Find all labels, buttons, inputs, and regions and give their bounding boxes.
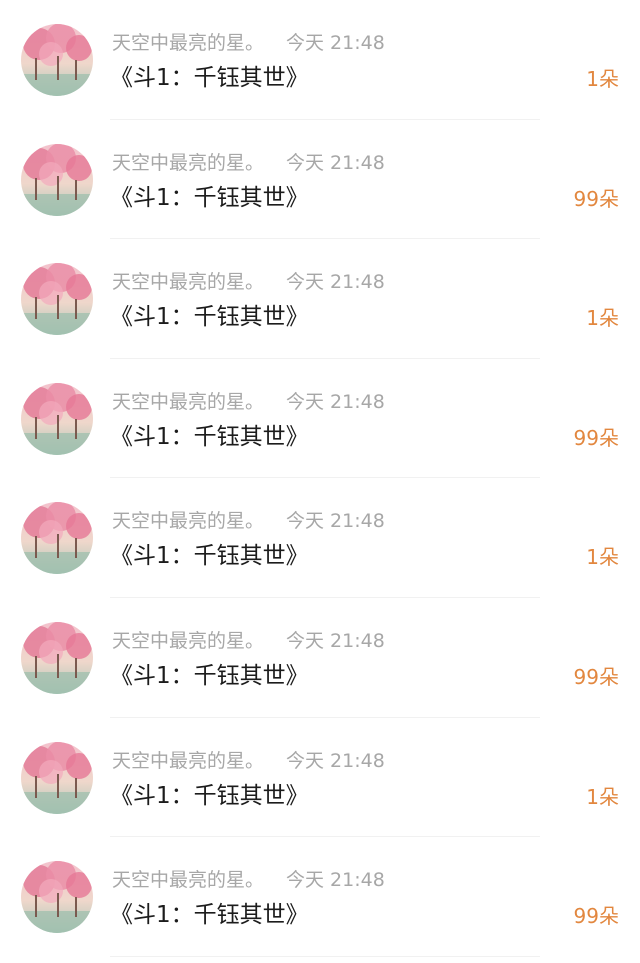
gift-count: 1朵 [586, 784, 619, 809]
book-title[interactable]: 《斗1：千钰其世》 [110, 421, 309, 453]
message-meta: 天空中最亮的星。 今天 21:48 [112, 30, 385, 56]
gift-count: 99朵 [573, 664, 619, 689]
list-item[interactable]: 天空中最亮的星。 今天 21:48 《斗1：千钰其世》 99朵 [0, 598, 640, 718]
list-item[interactable]: 天空中最亮的星。 今天 21:48 《斗1：千钰其世》 1朵 [0, 718, 640, 838]
avatar[interactable] [21, 143, 93, 216]
book-title[interactable]: 《斗1：千钰其世》 [110, 182, 309, 214]
gift-record-list: 天空中最亮的星。 今天 21:48 《斗1：千钰其世》 1朵 天空中最亮的星。 … [0, 0, 640, 957]
gift-count: 99朵 [573, 425, 619, 450]
gift-count: 1朵 [586, 67, 619, 91]
timestamp: 今天 21:48 [286, 390, 385, 413]
timestamp: 今天 21:48 [286, 749, 385, 772]
gift-count: 99朵 [573, 904, 619, 929]
username[interactable]: 天空中最亮的星。 [112, 391, 264, 413]
avatar[interactable] [21, 24, 93, 96]
message-meta: 天空中最亮的星。 今天 21:48 [112, 389, 385, 415]
gift-count: 1朵 [586, 306, 619, 331]
timestamp: 今天 21:48 [286, 869, 385, 892]
username[interactable]: 天空中最亮的星。 [112, 510, 264, 532]
timestamp: 今天 21:48 [286, 271, 385, 294]
book-title[interactable]: 《斗1：千钰其世》 [110, 62, 309, 94]
message-meta: 天空中最亮的星。 今天 21:48 [112, 150, 385, 176]
list-item[interactable]: 天空中最亮的星。 今天 21:48 《斗1：千钰其世》 1朵 [0, 478, 640, 598]
book-title[interactable]: 《斗1：千钰其世》 [110, 540, 309, 572]
username[interactable]: 天空中最亮的星。 [112, 271, 264, 293]
username[interactable]: 天空中最亮的星。 [112, 152, 264, 174]
username[interactable]: 天空中最亮的星。 [112, 750, 264, 772]
avatar[interactable] [21, 621, 93, 694]
timestamp: 今天 21:48 [286, 629, 385, 652]
book-title[interactable]: 《斗1：千钰其世》 [110, 660, 309, 692]
avatar[interactable] [21, 502, 93, 575]
timestamp: 今天 21:48 [286, 32, 385, 54]
timestamp: 今天 21:48 [286, 151, 385, 174]
message-meta: 天空中最亮的星。 今天 21:48 [112, 508, 385, 534]
list-item[interactable]: 天空中最亮的星。 今天 21:48 《斗1：千钰其世》 99朵 [0, 837, 640, 957]
gift-count: 99朵 [573, 186, 619, 211]
message-meta: 天空中最亮的星。 今天 21:48 [112, 748, 385, 774]
gift-count: 1朵 [586, 545, 619, 570]
list-item[interactable]: 天空中最亮的星。 今天 21:48 《斗1：千钰其世》 99朵 [0, 359, 640, 479]
username[interactable]: 天空中最亮的星。 [112, 869, 264, 891]
list-item[interactable]: 天空中最亮的星。 今天 21:48 《斗1：千钰其世》 99朵 [0, 120, 640, 240]
username[interactable]: 天空中最亮的星。 [112, 630, 264, 652]
book-title[interactable]: 《斗1：千钰其世》 [110, 899, 309, 931]
avatar[interactable] [21, 263, 93, 336]
avatar[interactable] [21, 861, 93, 934]
avatar[interactable] [21, 741, 93, 814]
timestamp: 今天 21:48 [286, 510, 385, 533]
username[interactable]: 天空中最亮的星。 [112, 32, 264, 54]
book-title[interactable]: 《斗1：千钰其世》 [110, 780, 309, 812]
list-item[interactable]: 天空中最亮的星。 今天 21:48 《斗1：千钰其世》 1朵 [0, 0, 640, 120]
message-meta: 天空中最亮的星。 今天 21:48 [112, 269, 385, 295]
message-meta: 天空中最亮的星。 今天 21:48 [112, 867, 385, 893]
book-title[interactable]: 《斗1：千钰其世》 [110, 301, 309, 333]
avatar[interactable] [21, 382, 93, 455]
list-item[interactable]: 天空中最亮的星。 今天 21:48 《斗1：千钰其世》 1朵 [0, 239, 640, 359]
message-meta: 天空中最亮的星。 今天 21:48 [112, 628, 385, 654]
